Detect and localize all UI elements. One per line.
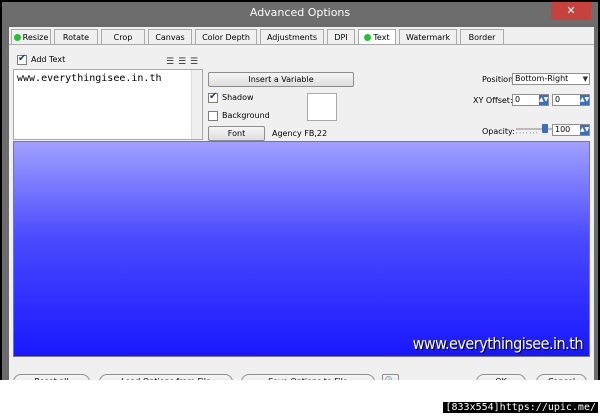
advanced-options-window: Advanced Options ✕ Resize Rotate Crop Ca… <box>2 2 598 400</box>
image-footer-label: [833x554]https://upic.me/ <box>443 402 598 413</box>
tab-border[interactable]: Border <box>460 29 504 44</box>
background-label: Background <box>222 111 270 120</box>
color-swatch[interactable] <box>307 93 337 121</box>
dialog-client: Resize Rotate Crop Canvas Color Depth Ad… <box>9 27 594 397</box>
preview-area: www.everythingisee.in.th <box>13 141 590 357</box>
xy-offset-label: XY Offset: <box>473 96 513 105</box>
font-button[interactable]: Font <box>208 126 265 141</box>
x-offset-field[interactable]: 0 ▲▼ <box>512 94 549 106</box>
tab-adjustments[interactable]: Adjustments <box>260 29 324 44</box>
position-label: Position: <box>482 75 516 84</box>
chevron-down-icon: ▼ <box>582 75 588 83</box>
status-dot-icon <box>364 34 372 41</box>
opacity-slider[interactable]: ''''''' <box>516 123 556 138</box>
align-left-icon[interactable]: ☰ <box>166 57 174 67</box>
shadow-checkbox[interactable] <box>208 91 218 103</box>
tab-resize[interactable]: Resize <box>11 29 51 44</box>
slider-track <box>516 128 554 130</box>
spinner-icon[interactable]: ▲▼ <box>580 95 589 105</box>
slider-ticks: ''''''' <box>516 132 540 138</box>
position-select[interactable]: Bottom-Right ▼ <box>512 73 590 85</box>
font-value: Agency FB,22 <box>272 129 328 138</box>
tab-crop[interactable]: Crop <box>101 29 145 44</box>
align-right-icon[interactable]: ☰ <box>190 57 198 67</box>
tab-color-depth[interactable]: Color Depth <box>195 29 257 44</box>
opacity-label: Opacity: <box>482 127 515 136</box>
window-title: Advanced Options <box>249 6 351 19</box>
watermark-preview-text: www.everythingisee.in.th <box>412 334 584 353</box>
opacity-field[interactable]: 100 ▲▼ <box>552 124 590 136</box>
tab-dpi[interactable]: DPI <box>327 29 355 44</box>
title-bar[interactable]: Advanced Options ✕ <box>2 2 598 24</box>
spinner-icon[interactable]: ▲▼ <box>539 95 548 105</box>
align-center-icon[interactable]: ☰ <box>178 57 186 67</box>
close-icon: ✕ <box>566 4 576 17</box>
text-scrollbar[interactable] <box>191 70 202 139</box>
background-checkbox[interactable] <box>208 111 218 121</box>
tab-canvas[interactable]: Canvas <box>148 29 192 44</box>
insert-variable-button[interactable]: Insert a Variable <box>208 72 354 87</box>
tab-watermark[interactable]: Watermark <box>399 29 457 44</box>
spinner-icon[interactable]: ▲▼ <box>580 125 589 135</box>
tab-strip: Resize Rotate Crop Canvas Color Depth Ad… <box>9 29 594 45</box>
shadow-label: Shadow <box>222 93 254 102</box>
slider-thumb[interactable] <box>542 124 548 133</box>
text-input-area[interactable]: www.everythingisee.in.th <box>13 69 203 140</box>
close-button[interactable]: ✕ <box>551 2 591 20</box>
tab-text[interactable]: Text <box>358 29 396 44</box>
add-text-label: Add Text <box>31 55 66 64</box>
y-offset-field[interactable]: 0 ▲▼ <box>552 94 590 106</box>
text-tab-panel: Add Text ☰ ☰ ☰ www.everythingisee.in.th … <box>9 44 594 386</box>
add-text-checkbox[interactable] <box>17 53 27 65</box>
text-input-value: www.everythingisee.in.th <box>17 73 162 84</box>
tab-rotate[interactable]: Rotate <box>54 29 98 44</box>
status-dot-icon <box>13 34 21 41</box>
